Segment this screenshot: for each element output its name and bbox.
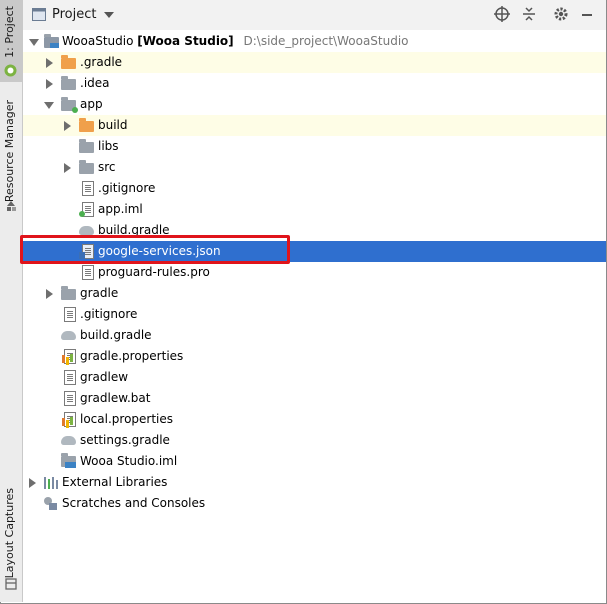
chevron-down-icon[interactable] [104, 11, 115, 18]
tree-row-gradlew-bat[interactable]: gradlew.bat [23, 388, 606, 409]
tree-item-label: .idea [80, 76, 110, 90]
tree-item-label: libs [98, 139, 119, 153]
tree-row-local-properties[interactable]: local.properties [23, 409, 606, 430]
left-tool-strip: 1: Project Resource Manager Layout Captu… [0, 0, 23, 602]
text-file-icon [61, 307, 77, 322]
tree-item-label: Wooa Studio.iml [80, 454, 178, 468]
tree-item-label: app.iml [98, 202, 143, 216]
scratches-icon [43, 496, 59, 511]
external-libraries-icon [43, 475, 59, 490]
tree-row-root[interactable]: WooaStudio [Wooa Studio] D:\side_project… [23, 31, 606, 52]
project-tree: WooaStudio [Wooa Studio] D:\side_project… [23, 30, 606, 602]
tab-project-label: 1: Project [3, 6, 16, 58]
properties-file-icon [61, 412, 77, 427]
gradle-icon [61, 433, 77, 448]
folder-icon [61, 286, 77, 301]
root-name: WooaStudio [62, 34, 134, 48]
chevron-right-icon[interactable] [46, 58, 53, 68]
tab-resource-manager[interactable]: Resource Manager [0, 96, 22, 216]
crosshair-icon[interactable] [494, 6, 510, 22]
tree-row-src[interactable]: src [23, 157, 606, 178]
tree-item-label: External Libraries [62, 475, 168, 489]
tab-layout-captures[interactable]: Layout Captures [0, 484, 22, 598]
tree-row-root-build-gradle[interactable]: build.gradle [23, 325, 606, 346]
resource-manager-icon [7, 201, 16, 211]
tree-item-label: .gitignore [98, 181, 156, 195]
tree-item-label: build.gradle [80, 328, 152, 342]
text-file-icon [61, 391, 77, 406]
tree-item-label: build [98, 118, 128, 132]
folder-icon [79, 139, 95, 154]
tree-item-label: app [80, 97, 103, 111]
tree-row-app[interactable]: app [23, 94, 606, 115]
tree-row-gradle-properties[interactable]: gradle.properties [23, 346, 606, 367]
folder-icon [79, 160, 95, 175]
tree-item-label: settings.gradle [80, 433, 170, 447]
tree-item-label: local.properties [80, 412, 174, 426]
chevron-right-icon[interactable] [64, 163, 71, 173]
tree-row-wooa-studio-iml[interactable]: Wooa Studio.iml [23, 451, 606, 472]
minimize-icon[interactable] [579, 6, 595, 22]
tree-item-label: src [98, 160, 116, 174]
tree-item-label: gradle [80, 286, 119, 300]
module-folder-icon [44, 34, 60, 49]
gear-icon[interactable] [553, 6, 569, 22]
folder-icon [79, 118, 95, 133]
tree-row-external-libraries[interactable]: External Libraries [23, 472, 606, 493]
layout-captures-icon [5, 578, 17, 590]
tree-row-gradlew[interactable]: gradlew [23, 367, 606, 388]
tree-item-label: proguard-rules.pro [98, 265, 210, 279]
tab-project[interactable]: 1: Project [0, 0, 22, 82]
tree-row-idea[interactable]: .idea [23, 73, 606, 94]
tree-item-label: gradlew.bat [80, 391, 151, 405]
chevron-down-icon[interactable] [44, 102, 54, 109]
collapse-icon[interactable] [521, 6, 537, 22]
project-header: Project [23, 0, 606, 31]
tree-item-label: .gradle [80, 55, 123, 69]
folder-icon [61, 76, 77, 91]
android-icon [4, 64, 17, 77]
annotation-highlight-box [20, 235, 290, 264]
page-title: Project [52, 7, 97, 22]
chevron-right-icon[interactable] [64, 121, 71, 131]
tree-row-scratches-consoles[interactable]: Scratches and Consoles [23, 493, 606, 514]
module-folder-icon [61, 97, 78, 113]
root-module-name: [Wooa Studio] [137, 34, 234, 48]
gradle-icon [61, 328, 77, 343]
properties-file-icon [61, 349, 77, 364]
tree-row-libs[interactable]: libs [23, 136, 606, 157]
project-window-icon [32, 8, 46, 21]
tree-item-label: .gitignore [80, 307, 138, 321]
tree-item-label: gradle.properties [80, 349, 184, 363]
tree-row-app-iml[interactable]: app.iml [23, 199, 606, 220]
tab-resource-manager-label: Resource Manager [3, 100, 16, 203]
tree-row-gradle-folder[interactable]: gradle [23, 283, 606, 304]
root-path: D:\side_project\WooaStudio [243, 34, 409, 48]
tree-row-settings-gradle[interactable]: settings.gradle [23, 430, 606, 451]
tree-row-app-gitignore[interactable]: .gitignore [23, 178, 606, 199]
folder-icon [61, 55, 77, 70]
chevron-down-icon[interactable] [29, 39, 39, 46]
text-file-icon [79, 181, 95, 196]
text-file-icon [79, 265, 95, 280]
tree-item-label: Scratches and Consoles [62, 496, 206, 510]
tree-row-build[interactable]: build [23, 115, 606, 136]
chevron-right-icon[interactable] [46, 79, 53, 89]
project-view-selector[interactable]: Project [32, 7, 115, 22]
iml-file-icon [61, 453, 77, 469]
tree-row-proguard-rules[interactable]: proguard-rules.pro [23, 262, 606, 283]
chevron-right-icon[interactable] [29, 478, 36, 488]
tree-item-label: gradlew [80, 370, 129, 384]
iml-file-icon [79, 202, 95, 217]
chevron-right-icon[interactable] [46, 289, 53, 299]
tree-row-root-gitignore[interactable]: .gitignore [23, 304, 606, 325]
text-file-icon [61, 370, 77, 385]
tree-row-dot-gradle[interactable]: .gradle [23, 52, 606, 73]
tab-layout-captures-label: Layout Captures [3, 488, 16, 579]
